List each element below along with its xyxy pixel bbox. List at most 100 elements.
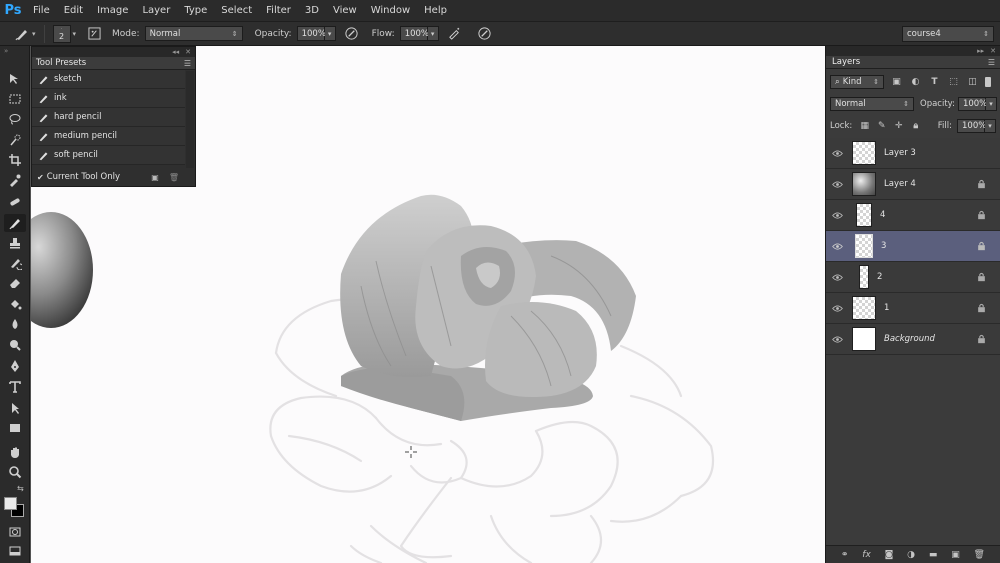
filter-kind-select[interactable]: ⌕ Kind ⇕ [830, 75, 884, 89]
close-icon[interactable]: ✕ [185, 48, 191, 56]
layer-name[interactable]: Layer 3 [884, 148, 916, 158]
presets-scrollbar[interactable] [186, 71, 194, 168]
layer-row[interactable]: 2 [826, 262, 1000, 293]
layer-row[interactable]: Layer 4 [826, 169, 1000, 200]
preset-item-sketch[interactable]: sketch [32, 70, 185, 89]
blend-mode-select[interactable]: Normal ⇕ [144, 26, 243, 41]
menu-select[interactable]: Select [214, 0, 259, 21]
lock-transparent-icon[interactable]: ▦ [858, 120, 871, 133]
eye-icon[interactable] [826, 180, 848, 188]
brush-size-picker[interactable]: · 2 [52, 24, 71, 43]
rectangle-tool-icon[interactable] [4, 419, 26, 437]
trash-icon[interactable]: 🗑 [169, 173, 179, 182]
eye-icon[interactable] [826, 211, 848, 219]
flow-dropdown-icon[interactable]: ▾ [427, 26, 439, 41]
lasso-tool-icon[interactable] [4, 110, 26, 128]
layer-name[interactable]: Background [884, 334, 935, 344]
filter-adjustment-icon[interactable]: ◐ [909, 76, 922, 89]
eye-icon[interactable] [826, 304, 848, 312]
new-layer-icon[interactable]: ▣ [951, 550, 960, 560]
menu-view[interactable]: View [326, 0, 364, 21]
pressure-size-icon[interactable] [477, 26, 493, 42]
screen-mode-icon[interactable] [4, 542, 26, 560]
menu-type[interactable]: Type [177, 0, 214, 21]
menu-help[interactable]: Help [417, 0, 454, 21]
filter-toggle-icon[interactable] [985, 77, 991, 87]
preset-item-medium-pencil[interactable]: medium pencil [32, 127, 185, 146]
adjustment-icon[interactable]: ◑ [907, 550, 915, 560]
marquee-tool-icon[interactable] [4, 90, 26, 108]
brush-tool-icon[interactable] [4, 214, 26, 232]
layer-name[interactable]: 1 [884, 303, 889, 313]
opacity-dropdown-icon[interactable]: ▾ [324, 26, 336, 41]
layer-opacity-input[interactable]: 100% [957, 97, 987, 111]
layer-row[interactable]: 1 [826, 293, 1000, 324]
tool-presets-tab[interactable]: Tool Presets [36, 58, 86, 68]
filter-shape-icon[interactable]: ⬚ [947, 76, 960, 89]
filter-smart-object-icon[interactable]: ◫ [966, 76, 979, 89]
eyedropper-tool-icon[interactable] [4, 171, 26, 189]
blur-tool-icon[interactable] [4, 315, 26, 333]
type-tool-icon[interactable] [4, 378, 26, 396]
healing-brush-tool-icon[interactable] [4, 193, 26, 211]
layers-tab[interactable]: Layers [832, 57, 860, 67]
group-icon[interactable]: ▬ [929, 550, 938, 560]
link-icon[interactable]: ⚭ [841, 550, 849, 560]
eraser-tool-icon[interactable] [4, 274, 26, 292]
menu-layer[interactable]: Layer [135, 0, 177, 21]
eye-icon[interactable] [826, 149, 848, 157]
layer-opacity-dropdown-icon[interactable]: ▾ [985, 97, 997, 111]
airbrush-icon[interactable] [447, 26, 463, 42]
menu-3d[interactable]: 3D [298, 0, 326, 21]
brush-panel-toggle-icon[interactable] [86, 26, 102, 42]
eye-icon[interactable] [826, 242, 848, 250]
current-tool-only-checkbox[interactable]: ✔ [37, 173, 44, 182]
layer-row[interactable]: Layer 3 [826, 138, 1000, 169]
eye-icon[interactable] [826, 273, 848, 281]
menu-edit[interactable]: Edit [57, 0, 90, 21]
brush-tool-preset-icon[interactable] [14, 26, 30, 42]
quick-select-tool-icon[interactable] [4, 131, 26, 149]
crop-tool-icon[interactable] [4, 151, 26, 169]
layer-name[interactable]: 2 [877, 272, 882, 282]
panel-menu-icon[interactable]: ☰ [988, 58, 995, 67]
brush-size-arrow-icon[interactable]: ▾ [73, 30, 77, 38]
history-brush-tool-icon[interactable] [4, 254, 26, 272]
menu-image[interactable]: Image [90, 0, 135, 21]
layer-row-selected[interactable]: 3 [826, 231, 1000, 262]
layer-blend-mode-select[interactable]: Normal ⇕ [830, 97, 914, 111]
foreground-color-swatch[interactable] [4, 497, 17, 510]
paint-bucket-tool-icon[interactable] [4, 295, 26, 313]
eye-icon[interactable] [826, 335, 848, 343]
flow-input[interactable]: 100% [399, 26, 429, 41]
lock-position-icon[interactable]: ✛ [892, 120, 905, 133]
preset-dropdown-arrow-icon[interactable]: ▾ [32, 30, 36, 38]
layer-name[interactable]: Layer 4 [884, 179, 916, 189]
pressure-opacity-icon[interactable] [344, 26, 360, 42]
layer-name[interactable]: 3 [881, 241, 886, 251]
menu-file[interactable]: File [26, 0, 57, 21]
lock-image-icon[interactable]: ✎ [875, 120, 888, 133]
collapse-icon[interactable]: ◂◂ [172, 48, 179, 56]
fill-input[interactable]: 100% [957, 119, 986, 133]
mask-icon[interactable]: ◙ [885, 550, 894, 560]
trash-icon[interactable]: 🗑︎ [974, 550, 985, 560]
dodge-tool-icon[interactable] [4, 336, 26, 354]
tools-panel-collapse-icon[interactable]: » [0, 46, 29, 56]
menu-filter[interactable]: Filter [259, 0, 298, 21]
layer-row[interactable]: Background [826, 324, 1000, 355]
filter-pixel-icon[interactable]: ▣ [890, 76, 903, 89]
preset-item-hard-pencil[interactable]: hard pencil [32, 108, 185, 127]
zoom-tool-icon[interactable] [4, 463, 26, 481]
preset-item-ink[interactable]: ink [32, 89, 185, 108]
path-selection-tool-icon[interactable] [4, 399, 26, 417]
clone-stamp-tool-icon[interactable] [4, 234, 26, 252]
fx-icon[interactable]: fx [862, 550, 871, 560]
swap-colors-icon[interactable]: ⇆ [17, 484, 24, 493]
lock-all-icon[interactable]: 🔒︎ [909, 120, 922, 133]
layer-name[interactable]: 4 [880, 210, 885, 220]
preset-item-soft-pencil[interactable]: soft pencil [32, 146, 185, 165]
quick-mask-icon[interactable] [4, 523, 26, 541]
collapse-icon[interactable]: ▸▸ [977, 47, 984, 55]
move-tool-icon[interactable] [4, 70, 26, 88]
